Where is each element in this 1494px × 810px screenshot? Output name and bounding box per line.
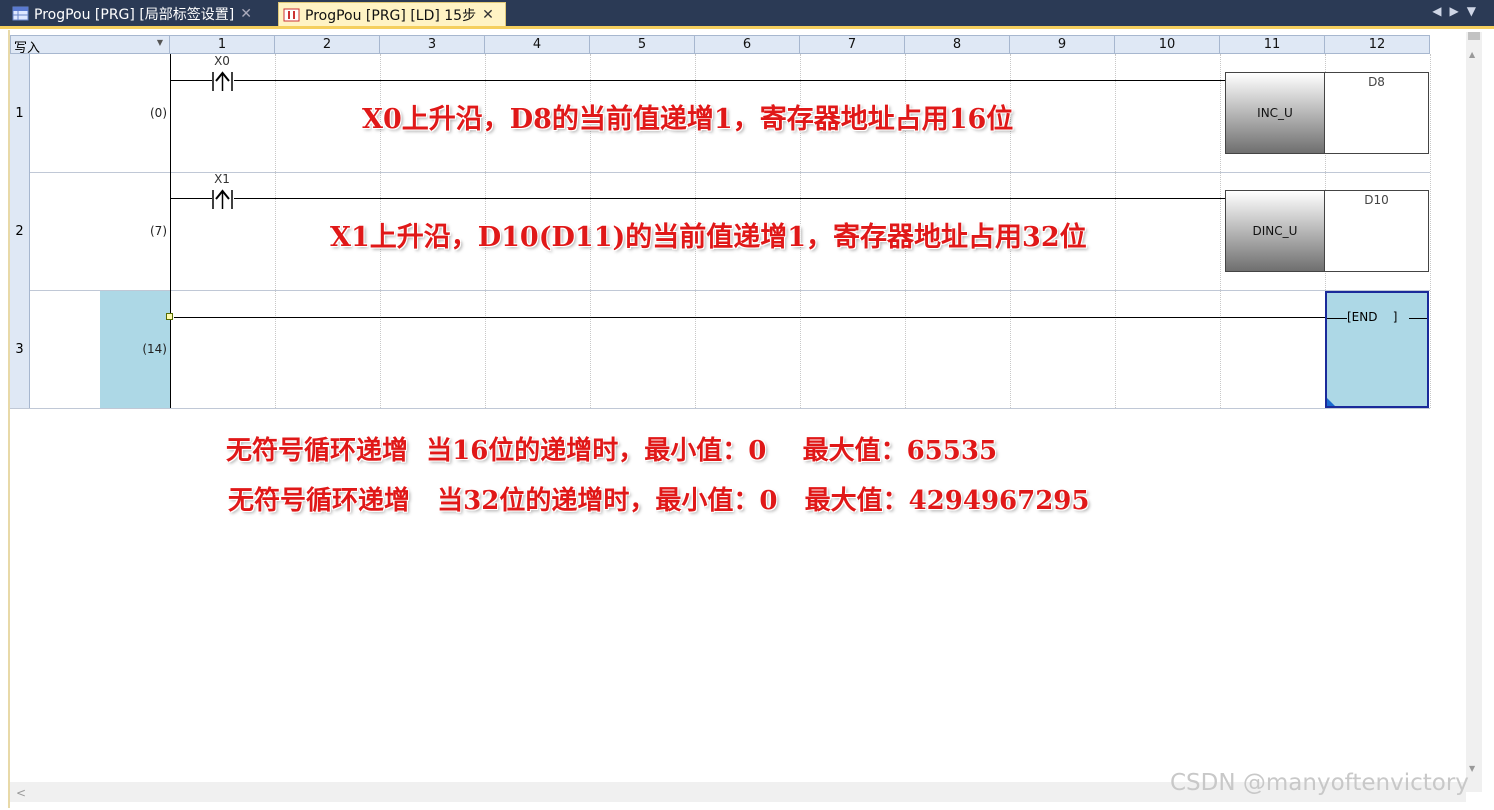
cell-marker-icon bbox=[1327, 398, 1335, 406]
scroll-right-icon[interactable]: ▶ bbox=[1450, 4, 1467, 18]
contact-label: X1 bbox=[214, 172, 230, 186]
column-header: 12 bbox=[1325, 35, 1430, 54]
row-number[interactable]: 1 bbox=[10, 54, 30, 172]
watermark: CSDN @manyoftenvictory bbox=[1170, 770, 1469, 796]
rung-wire bbox=[171, 198, 212, 199]
end-instruction: [END ] bbox=[1347, 310, 1398, 324]
chevron-down-icon[interactable]: ▼ bbox=[1467, 4, 1484, 18]
rung-wire bbox=[234, 198, 1226, 199]
step-number: (7) bbox=[150, 224, 167, 238]
rung-wire bbox=[1409, 318, 1427, 319]
step-number: (14) bbox=[142, 342, 167, 356]
tab-label: ProgPou [PRG] [局部标签设置] bbox=[34, 7, 235, 23]
rung-wire bbox=[234, 80, 1226, 81]
tab-navigation[interactable]: ◀▶▼ bbox=[1432, 4, 1484, 18]
instruction-box[interactable]: DINC_U bbox=[1225, 190, 1325, 272]
end-instruction-cell[interactable]: [END ] bbox=[1325, 291, 1429, 408]
row-separator bbox=[10, 290, 1430, 291]
annotation-rung2: X1上升沿，D10(D11)的当前值递增1，寄存器地址占用32位 bbox=[330, 222, 1087, 253]
left-power-rail bbox=[170, 54, 171, 172]
left-power-rail bbox=[170, 290, 171, 408]
instruction-operand[interactable]: D10 bbox=[1325, 190, 1429, 272]
rising-edge-contact[interactable] bbox=[210, 187, 236, 211]
column-header: 9 bbox=[1010, 35, 1115, 54]
cursor-anchor[interactable] bbox=[166, 313, 173, 320]
scroll-left-icon[interactable]: ◀ bbox=[1432, 4, 1449, 18]
grid-line bbox=[1115, 54, 1116, 408]
rung-wire bbox=[171, 80, 212, 81]
grid-line bbox=[275, 54, 276, 408]
write-mode-dropdown[interactable]: 写入 ▼ bbox=[10, 35, 170, 56]
row-number[interactable]: 2 bbox=[10, 172, 30, 290]
close-icon[interactable]: ✕ bbox=[240, 6, 252, 22]
column-header: 10 bbox=[1115, 35, 1220, 54]
scroll-left-icon[interactable]: < bbox=[16, 786, 26, 800]
ladder-icon bbox=[283, 7, 301, 23]
tab-ladder-program[interactable]: ProgPou [PRG] [LD] 15步 ✕ bbox=[278, 2, 506, 26]
column-header: 2 bbox=[275, 35, 380, 54]
annotation-16bit-range: 无符号循环递增 当16位的递增时，最小值：0 最大值：65535 bbox=[226, 436, 998, 466]
left-power-rail bbox=[170, 172, 171, 290]
step-number: (0) bbox=[150, 106, 167, 120]
tab-accent-line bbox=[0, 26, 1494, 29]
close-icon[interactable]: ✕ bbox=[482, 7, 494, 23]
instruction-operand[interactable]: D8 bbox=[1325, 72, 1429, 154]
annotation-rung1: X0上升沿，D8的当前值递增1，寄存器地址占用16位 bbox=[362, 104, 1014, 135]
annotation-32bit-range: 无符号循环递增 当32位的递增时，最小值：0 最大值：4294967295 bbox=[228, 486, 1090, 516]
tab-label: ProgPou [PRG] [LD] 15步 bbox=[305, 7, 477, 24]
rung-wire bbox=[1327, 318, 1347, 319]
grid-line bbox=[1220, 54, 1221, 408]
instruction-box[interactable]: INC_U bbox=[1225, 72, 1325, 154]
column-header: 1 bbox=[170, 35, 275, 54]
rung-wire bbox=[174, 317, 1326, 318]
row-separator bbox=[10, 408, 1430, 409]
contact-label: X0 bbox=[214, 54, 230, 68]
column-header: 5 bbox=[590, 35, 695, 54]
scroll-up-icon[interactable]: ▲ bbox=[1469, 50, 1475, 59]
rising-edge-contact[interactable] bbox=[210, 69, 236, 93]
column-header: 6 bbox=[695, 35, 800, 54]
scroll-thumb[interactable] bbox=[1468, 32, 1480, 40]
row-number[interactable]: 3 bbox=[10, 290, 30, 408]
column-header: 4 bbox=[485, 35, 590, 54]
column-header: 7 bbox=[800, 35, 905, 54]
grid-line bbox=[1430, 54, 1431, 408]
column-header: 3 bbox=[380, 35, 485, 54]
tab-local-labels[interactable]: ProgPou [PRG] [局部标签设置] ✕ bbox=[8, 2, 270, 26]
label-table-icon bbox=[12, 6, 30, 22]
column-header: 11 bbox=[1220, 35, 1325, 54]
vertical-scrollbar[interactable]: ▲ ▼ bbox=[1466, 32, 1482, 792]
column-header: 8 bbox=[905, 35, 1010, 54]
scroll-down-icon[interactable]: ▼ bbox=[1469, 764, 1475, 773]
chevron-down-icon[interactable]: ▼ bbox=[157, 38, 163, 47]
